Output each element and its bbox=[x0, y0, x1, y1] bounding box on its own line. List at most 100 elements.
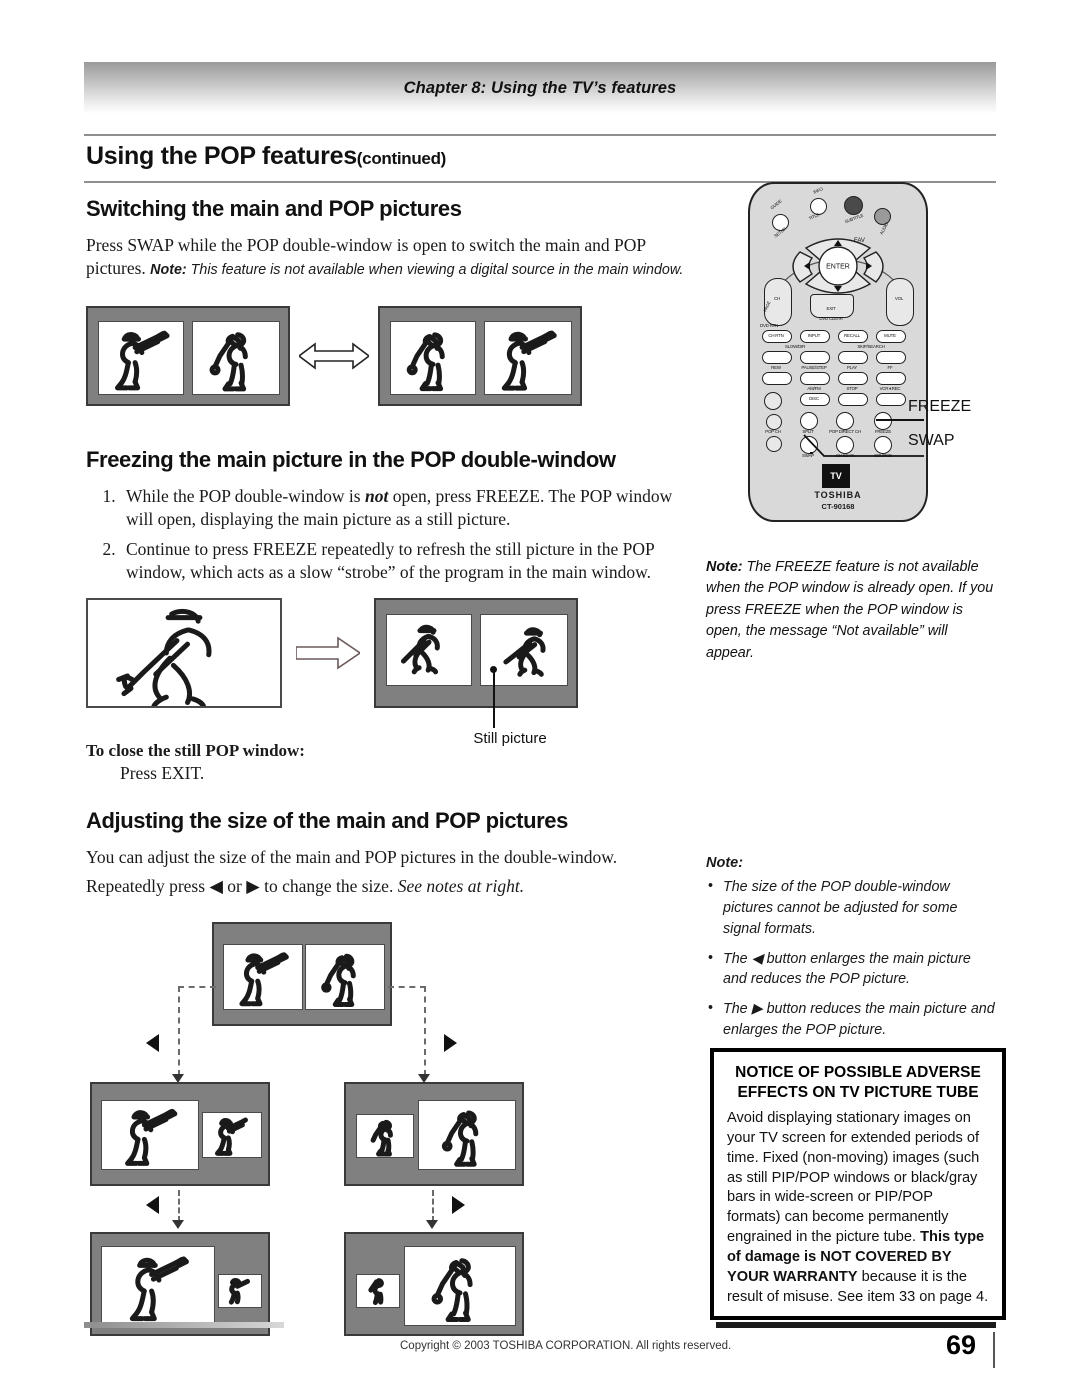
swap-illustration bbox=[86, 306, 582, 406]
remote-button-skip-next[interactable] bbox=[876, 351, 906, 364]
remote-label-ff: FF bbox=[887, 365, 893, 370]
swap-callout-label: SWAP bbox=[908, 432, 955, 449]
pane-pop-smallest bbox=[218, 1274, 262, 1308]
remote-label-rew: REW bbox=[771, 365, 781, 370]
section-heading-freeze: Freezing the main picture in the POP dou… bbox=[86, 447, 616, 472]
freeze-note: Note: The FREEZE feature is not availabl… bbox=[706, 557, 998, 664]
pane-main-smallest bbox=[356, 1274, 400, 1308]
notice-title-line-2: EFFECTS ON TV PICTURE TUBE bbox=[737, 1083, 979, 1101]
freeze-steps: While the POP double-window is not open,… bbox=[86, 485, 686, 584]
remote-label-stop: STOP bbox=[846, 386, 858, 391]
footer-bar-left bbox=[84, 1322, 284, 1328]
remote-brand-label: TOSHIBA bbox=[814, 490, 862, 500]
pane-main-larger bbox=[101, 1100, 199, 1170]
pane-pop-largest bbox=[404, 1246, 516, 1326]
remote-button-play[interactable] bbox=[838, 372, 868, 385]
swap-paragraph: Press SWAP while the POP double-window i… bbox=[86, 234, 686, 281]
freeze-step-2: Continue to press FREEZE repeatedly to r… bbox=[120, 538, 686, 585]
remote-button-slow-rev[interactable] bbox=[762, 351, 792, 364]
remote-label-pause-step: PAUSE/STEP bbox=[801, 365, 827, 370]
pane-main-live bbox=[386, 614, 472, 686]
pane-equal-baseball bbox=[223, 944, 303, 1010]
adjust-text-mid: or bbox=[222, 876, 247, 897]
remote-button-pop-ch-up[interactable] bbox=[766, 414, 782, 430]
remote-label-play: PLAY bbox=[846, 365, 858, 370]
figure-batter bbox=[102, 1247, 214, 1325]
remote-button-stop[interactable] bbox=[838, 393, 868, 406]
remote-button-rew[interactable] bbox=[762, 372, 792, 385]
branch-dash-right-h bbox=[388, 986, 426, 988]
remote-button-ff[interactable] bbox=[876, 372, 906, 385]
step2-arrow-right bbox=[426, 1220, 438, 1229]
figure-batter bbox=[485, 322, 571, 394]
remote-button-subtitle[interactable] bbox=[844, 196, 863, 215]
step2-dash-right bbox=[432, 1190, 434, 1222]
freeze-step-1: While the POP double-window is not open,… bbox=[120, 485, 686, 532]
notice-box: NOTICE OF POSSIBLE ADVERSE EFFECTS ON TV… bbox=[710, 1048, 1006, 1321]
left-arrow-glyph: ◀ bbox=[209, 876, 223, 897]
copyright-text: Copyright © 2003 TOSHIBA CORPORATION. Al… bbox=[400, 1340, 732, 1352]
figure-batter bbox=[102, 1101, 198, 1169]
manual-page: Chapter 8: Using the TV’s features Using… bbox=[0, 0, 1080, 1397]
chapter-header-bar: Chapter 8: Using the TV’s features bbox=[84, 62, 996, 114]
remote-button-skip-prev[interactable] bbox=[838, 351, 868, 364]
remote-button-freeze[interactable] bbox=[874, 412, 892, 430]
figure-golfer bbox=[306, 945, 384, 1009]
figure-golfer-tiny bbox=[357, 1275, 399, 1307]
footer-bar-right bbox=[716, 1322, 996, 1328]
pane-main-golfer bbox=[390, 321, 476, 395]
remote-button-tv-vcr[interactable] bbox=[764, 392, 782, 410]
swap-note-label: Note: bbox=[150, 262, 187, 279]
notice-body: Avoid displaying stationary images on yo… bbox=[727, 1109, 989, 1307]
remote-button-pop-direct-ch[interactable] bbox=[836, 412, 854, 430]
svg-text:ENTER: ENTER bbox=[826, 264, 850, 271]
adjust-note-item: The ▶ button reduces the main picture an… bbox=[706, 998, 998, 1041]
pane-pop-golfer bbox=[192, 321, 280, 395]
page-title-main: Using the POP features bbox=[86, 142, 357, 170]
right-button-triangle-1 bbox=[444, 1034, 457, 1052]
swap-note-text: This feature is not available when viewi… bbox=[190, 262, 684, 279]
notice-title-line-1: NOTICE OF POSSIBLE ADVERSE bbox=[735, 1064, 981, 1081]
tv-logo-icon: TV bbox=[822, 464, 850, 488]
close-still-pop-block: To close the still POP window: Press EXI… bbox=[86, 741, 506, 784]
size-adjustment-diagram bbox=[86, 918, 646, 1336]
figure-golfer bbox=[405, 1247, 515, 1325]
pane-main-smaller bbox=[356, 1114, 414, 1158]
figure-golfer bbox=[419, 1101, 515, 1169]
remote-label-recall: RECALL bbox=[844, 333, 860, 338]
remote-label-ch-rtn: CH RTN bbox=[768, 333, 784, 338]
adjust-note-item: The size of the POP double-window pictur… bbox=[706, 876, 998, 940]
adjust-section: Adjusting the size of the main and POP p… bbox=[86, 808, 686, 905]
figure-golfer bbox=[193, 322, 279, 394]
freeze-arrow-icon bbox=[296, 636, 360, 670]
tv-main-enlarged-step2 bbox=[90, 1232, 270, 1336]
pane-pop-larger bbox=[418, 1100, 516, 1170]
figure-golfer-small bbox=[357, 1115, 413, 1157]
pane-main-baseball bbox=[98, 321, 184, 395]
remote-button-split[interactable] bbox=[800, 412, 818, 430]
remote-label-vcr-rec: VCR∗REC bbox=[879, 386, 901, 391]
remote-control-illustration: GUIDE SETUP INFO TITLE SUBTITLE AUDIO EN… bbox=[748, 182, 928, 522]
section-heading-swap: Switching the main and POP pictures bbox=[86, 196, 462, 221]
remote-label-vol: VOL bbox=[894, 296, 904, 301]
adjust-paragraph-1: You can adjust the size of the main and … bbox=[86, 847, 618, 867]
remote-vol-rocker[interactable] bbox=[886, 278, 914, 326]
remote-label-slow-dir: SLOW/DIR bbox=[784, 344, 806, 349]
adjust-text-post: to change the size. bbox=[259, 876, 398, 897]
pane-equal-golfer bbox=[305, 944, 385, 1010]
remote-button-record[interactable] bbox=[876, 393, 906, 406]
remote-button-pop-ch-down[interactable] bbox=[766, 436, 782, 452]
remote-button-pause[interactable] bbox=[800, 372, 830, 385]
remote-label-am-fm: AM/FM bbox=[807, 386, 821, 391]
tv-main-fullscreen bbox=[86, 598, 282, 708]
remote-label-mute: MUTE bbox=[884, 333, 896, 338]
remote-label-disc: DISC bbox=[809, 396, 819, 401]
remote-button-slow-fwd[interactable] bbox=[800, 351, 830, 364]
adjust-paragraph-2: Repeatedly press ◀ or ▶ to change the si… bbox=[86, 875, 686, 898]
step2-dash-left bbox=[178, 1190, 180, 1222]
figure-golfer bbox=[391, 322, 475, 394]
adjust-text-emphasis: See notes at right. bbox=[397, 876, 525, 897]
adjust-text-pre: Repeatedly press bbox=[86, 876, 210, 897]
title-rule-top bbox=[84, 134, 996, 136]
remote-label-skip-search: SKIP/SEARCH bbox=[857, 344, 885, 349]
